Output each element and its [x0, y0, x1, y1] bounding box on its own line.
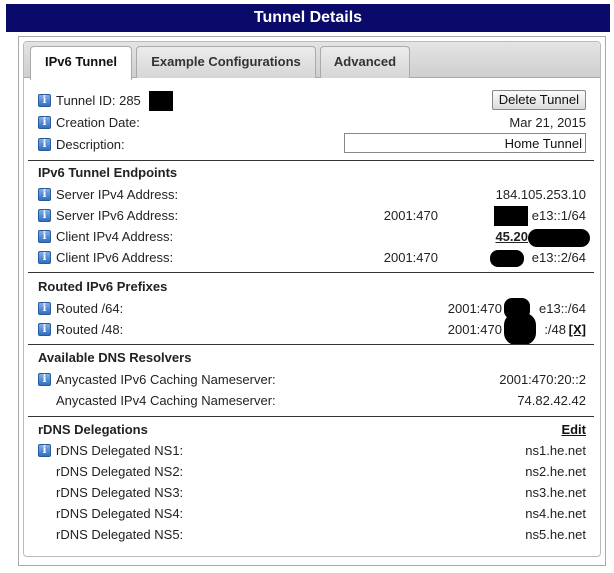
rdns-ns5-value: ns5.he.net [525, 527, 586, 542]
tab-ipv6-tunnel[interactable]: IPv6 Tunnel [30, 46, 132, 80]
redaction-block [494, 206, 528, 226]
info-icon[interactable]: i [38, 444, 51, 457]
creation-date-label: Creation Date: [56, 115, 140, 130]
client-ipv4-row: i Client IPv4 Address: 45.20 [38, 228, 590, 248]
rdns-ns5-row: rDNS Delegated NS5: ns5.he.net [38, 526, 586, 546]
divider [28, 160, 594, 161]
redaction-block [528, 229, 590, 247]
divider [28, 344, 594, 345]
description-label: Description: [56, 137, 125, 152]
tunnel-id-label: Tunnel ID: 285 [56, 93, 141, 108]
delete-routed-48-link[interactable]: [X] [569, 322, 586, 337]
tab-bar: IPv6 Tunnel Example Configurations Advan… [24, 42, 600, 80]
client-ipv6-label: Client IPv6 Address: [56, 250, 174, 265]
dns-ipv6-value: 2001:470:20::2 [499, 372, 586, 387]
rdns-edit-link[interactable]: Edit [561, 422, 586, 437]
dns-title: Available DNS Resolvers [38, 350, 192, 365]
client-ipv4-value[interactable]: 45.20 [495, 229, 528, 244]
info-icon[interactable]: i [38, 209, 51, 222]
client-ipv6-row: i Client IPv6 Address: 2001:470 e13::2/6… [38, 249, 586, 269]
delete-tunnel-button[interactable]: Delete Tunnel [491, 90, 586, 110]
dns-ipv4-row: Anycasted IPv4 Caching Nameserver: 74.82… [38, 392, 586, 412]
routed-64-suffix: e13::/64 [539, 301, 586, 316]
routed-64-label: Routed /64: [56, 301, 124, 316]
rdns-ns4-label: rDNS Delegated NS4: [56, 506, 184, 521]
info-icon[interactable]: i [38, 230, 51, 243]
server-ipv4-label: Server IPv4 Address: [56, 187, 179, 202]
description-row: i Description: [38, 133, 586, 156]
rdns-ns3-value: ns3.he.net [525, 485, 586, 500]
client-ipv6-suffix: e13::2/64 [531, 250, 586, 265]
info-icon[interactable]: i [38, 116, 51, 129]
rdns-ns2-label: rDNS Delegated NS2: [56, 464, 184, 479]
tabs-panel: IPv6 Tunnel Example Configurations Advan… [23, 41, 601, 557]
routed-48-row: i Routed /48: 2001:470 :/48 [X] [38, 313, 586, 345]
info-icon[interactable]: i [38, 302, 51, 315]
divider [28, 416, 594, 417]
rdns-ns5-label: rDNS Delegated NS5: [56, 527, 184, 542]
dns-ipv4-label: Anycasted IPv4 Caching Nameserver: [56, 393, 276, 408]
rdns-ns4-row: rDNS Delegated NS4: ns4.he.net [38, 505, 586, 525]
info-icon[interactable]: i [38, 94, 51, 107]
server-ipv4-row: i Server IPv4 Address: 184.105.253.10 [38, 186, 586, 206]
info-icon[interactable]: i [38, 188, 51, 201]
description-input[interactable] [344, 133, 586, 153]
redaction-block [490, 250, 524, 267]
tunnel-id-row: i Tunnel ID: 285 Delete Tunnel [38, 90, 586, 112]
rdns-ns2-row: rDNS Delegated NS2: ns2.he.net [38, 463, 586, 483]
redaction-block [149, 91, 173, 111]
endpoints-title: IPv6 Tunnel Endpoints [38, 165, 178, 180]
info-icon[interactable]: i [38, 138, 51, 151]
creation-date-row: i Creation Date: Mar 21, 2015 [38, 114, 586, 134]
routed-64-prefix: 2001:470 [447, 301, 502, 316]
server-ipv6-suffix: e13::1/64 [531, 208, 586, 223]
rdns-ns3-row: rDNS Delegated NS3: ns3.he.net [38, 484, 586, 504]
dns-ipv4-value: 74.82.42.42 [517, 393, 586, 408]
client-ipv6-prefix: 2001:470 [383, 250, 438, 265]
routed-48-suffix: :/48 [544, 322, 566, 337]
routed-64-row: i Routed /64: 2001:470 e13::/64 [38, 298, 586, 320]
tab-advanced[interactable]: Advanced [320, 46, 410, 78]
redaction-block [504, 313, 536, 345]
routed-48-label: Routed /48: [56, 322, 124, 337]
info-icon[interactable]: i [38, 323, 51, 336]
rdns-ns4-value: ns4.he.net [525, 506, 586, 521]
rdns-ns1-row: i rDNS Delegated NS1: ns1.he.net [38, 442, 586, 462]
dns-ipv6-row: i Anycasted IPv6 Caching Nameserver: 200… [38, 371, 586, 391]
server-ipv6-prefix: 2001:470 [383, 208, 438, 223]
info-icon[interactable]: i [38, 251, 51, 264]
rdns-edit-row: Edit [38, 422, 586, 442]
details-container: IPv6 Tunnel Example Configurations Advan… [18, 36, 606, 566]
rdns-ns3-label: rDNS Delegated NS3: [56, 485, 184, 500]
window-title: Tunnel Details [6, 4, 610, 32]
creation-date-value: Mar 21, 2015 [509, 115, 586, 130]
rdns-ns1-value: ns1.he.net [525, 443, 586, 458]
dns-ipv6-label: Anycasted IPv6 Caching Nameserver: [56, 372, 276, 387]
info-icon[interactable]: i [38, 373, 51, 386]
client-ipv4-label: Client IPv4 Address: [56, 229, 174, 244]
prefixes-title: Routed IPv6 Prefixes [38, 279, 168, 294]
tab-example-configurations[interactable]: Example Configurations [136, 46, 316, 78]
routed-48-prefix: 2001:470 [447, 322, 502, 337]
server-ipv6-label: Server IPv6 Address: [56, 208, 179, 223]
divider [28, 272, 594, 273]
server-ipv6-row: i Server IPv6 Address: 2001:470 e13::1/6… [38, 206, 586, 227]
rdns-ns2-value: ns2.he.net [525, 464, 586, 479]
server-ipv4-value: 184.105.253.10 [495, 187, 586, 202]
rdns-ns1-label: rDNS Delegated NS1: [56, 443, 184, 458]
